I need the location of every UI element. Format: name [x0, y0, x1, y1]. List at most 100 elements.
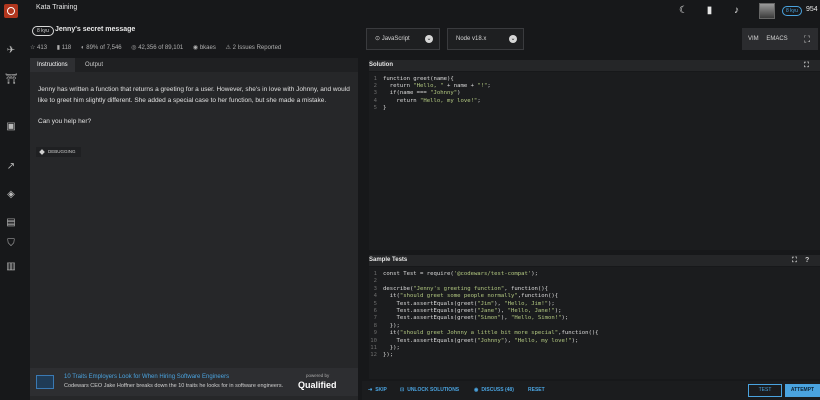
code-icon: ⊙ — [375, 36, 382, 42]
discussions-icon[interactable]: ◈ — [5, 190, 17, 200]
tag-debugging[interactable]: DEBUGGING — [36, 147, 81, 157]
code-text: if(name === "Johnny") — [383, 90, 461, 97]
line-number: 4 — [373, 97, 377, 104]
reset-button[interactable]: RESET — [528, 387, 545, 393]
code-line[interactable]: 2 return "Hello, " + name + "!"; — [369, 83, 820, 90]
instructions-tabs: Instructions Output — [30, 58, 358, 72]
kata-title[interactable]: Jenny's secret message — [55, 26, 135, 33]
line-number: 4 — [373, 293, 377, 300]
qualified-logo: Qualified — [298, 380, 337, 390]
code-text: const Test = require('@codewars/test-com… — [383, 271, 538, 277]
theme-moon-icon[interactable]: ☾ — [678, 5, 689, 16]
action-bar: ⇥ SKIP ⊡ UNLOCK SOLUTIONS ◉ DISCUSS (48) RE… — [362, 381, 820, 400]
positive-feedback-stat: ◐ 89% of 7,546 — [80, 45, 122, 51]
code-text: it("should greet some people normally",f… — [383, 293, 559, 300]
kata-description: Jenny has written a function that return… — [38, 84, 354, 137]
code-line[interactable]: 6 Test.assertEquals(greet("Jane"), "Hell… — [369, 308, 820, 315]
issues-link[interactable]: ⚠ 2 Issues Reported — [226, 45, 282, 51]
top-bar: Kata Training ☾ ▮ ♪ 8 kyu 954 — [22, 0, 820, 22]
skip-icon: ⇥ — [368, 387, 373, 393]
code-line[interactable]: 5} — [369, 105, 820, 112]
bookmarks-stat: ▮ 118 — [56, 45, 72, 51]
discuss-button[interactable]: ◉ DISCUSS (48) — [474, 387, 514, 393]
skip-button[interactable]: ⇥ SKIP — [368, 387, 387, 393]
app-title: Kata Training — [36, 4, 78, 11]
codewars-logo-icon[interactable] — [4, 4, 18, 18]
dojo-icon[interactable]: ⛩ — [5, 75, 18, 85]
shield-icon[interactable]: ⛉ — [5, 239, 17, 249]
sample-tests-header: Sample Tests ⛶ ? — [369, 255, 820, 266]
attempt-button[interactable]: ATTEMPT — [785, 384, 820, 397]
author-link[interactable]: ◉ bkaes — [193, 45, 216, 51]
line-number: 2 — [373, 278, 377, 285]
expand-icon[interactable]: ⛶ — [804, 60, 809, 71]
emacs-mode-button[interactable]: EMACS — [766, 36, 787, 42]
discuss-icon: ◉ — [474, 387, 479, 393]
language-select[interactable]: ⊙ JavaScript ⌄ — [366, 28, 440, 50]
sponsor-ad[interactable]: 10 Traits Employers Look for When Hiring… — [30, 368, 358, 396]
code-line[interactable]: 1 const Test = require('@codewars/test-co… — [369, 271, 820, 278]
code-line[interactable]: 4 return "Hello, my love!"; — [369, 98, 820, 105]
discuss-label: DISCUSS (48) — [481, 387, 514, 393]
description-paragraph: Can you help her? — [38, 118, 92, 125]
code-line[interactable]: 10 Test.assertEquals(greet("Johnny"), "H… — [369, 338, 820, 345]
code-text: describe("Jenny's greeting function", fu… — [383, 285, 549, 292]
unlock-label: UNLOCK SOLUTIONS — [407, 387, 460, 393]
code-line[interactable]: 12}); — [369, 352, 820, 359]
code-line[interactable]: 4 it("should greet some people normally"… — [369, 293, 820, 300]
kyu-badge: 8 kyu — [32, 26, 54, 36]
satisfaction-stat: ☆ 413 — [30, 45, 48, 51]
code-line[interactable]: 8 }); — [369, 323, 820, 330]
ad-thumbnail-icon — [36, 375, 54, 389]
left-sidebar: ✈ ⛩ ▣ ↗ ◈ ▤ ⛉ ▥ — [0, 0, 22, 400]
leaderboards-icon[interactable]: ↗ — [5, 162, 17, 172]
code-line[interactable]: 3 describe("Jenny's greeting function", f… — [369, 286, 820, 293]
user-avatar[interactable] — [759, 3, 775, 19]
code-text: return "Hello, " + name + "!"; — [383, 83, 491, 90]
chevron-down-icon: ⌄ — [509, 35, 517, 43]
fullscreen-icon[interactable]: ⛶ — [796, 28, 818, 50]
description-paragraph: Jenny has written a function that return… — [38, 86, 350, 104]
line-number: 3 — [373, 285, 377, 292]
code-text: Test.assertEquals(greet("Johnny"), "Hell… — [383, 337, 579, 344]
tab-output[interactable]: Output — [78, 58, 110, 72]
docs-book-icon[interactable]: ▥ — [5, 262, 17, 272]
code-line[interactable]: 7 Test.assertEquals(greet("Simon"), "Hel… — [369, 315, 820, 322]
sample-tests-editor[interactable]: 1 const Test = require('@codewars/test-co… — [369, 267, 820, 379]
unlock-solutions-button[interactable]: ⊡ UNLOCK SOLUTIONS — [400, 387, 459, 393]
ad-title[interactable]: 10 Traits Employers Look for When Hiring… — [64, 374, 229, 380]
code-text: function greet(name){ — [383, 76, 454, 82]
code-line[interactable]: 9 it("should greet Johnny a little bit m… — [369, 330, 820, 337]
runtime-select[interactable]: Node v18.x ⌄ — [447, 28, 524, 50]
help-icon[interactable]: ? — [805, 255, 809, 266]
code-line[interactable]: 5 Test.assertEquals(greet("Jim"), "Hello… — [369, 301, 820, 308]
tab-instructions[interactable]: Instructions — [30, 58, 75, 72]
chat-icon[interactable]: ▤ — [5, 218, 17, 228]
line-number: 12 — [370, 352, 377, 359]
line-number: 3 — [373, 90, 377, 97]
code-line[interactable]: 3 if(name === "Johnny") — [369, 90, 820, 97]
expand-icon[interactable]: ⛶ — [792, 255, 797, 266]
sample-tests-title: Sample Tests — [369, 257, 408, 263]
kata-stats: ☆ 413 ▮ 118 ◐ 89% of 7,546 ◎ 42,356 of 8… — [30, 44, 289, 51]
kata-library-icon[interactable]: ▣ — [5, 122, 17, 132]
code-text: Test.assertEquals(greet("Jane"), "Hello,… — [383, 308, 562, 314]
honor-count: 954 — [806, 6, 818, 13]
language-value: JavaScript — [381, 36, 410, 42]
line-number: 5 — [373, 300, 377, 307]
line-number: 7 — [373, 315, 377, 322]
code-text: Test.assertEquals(greet("Jim"), "Hello, … — [383, 300, 555, 307]
bookmark-icon[interactable]: ▮ — [704, 5, 715, 16]
code-line[interactable]: 11 }); — [369, 345, 820, 352]
powered-by-label: powered by — [306, 373, 330, 378]
code-text: it("should greet Johnny a little bit mor… — [383, 330, 599, 337]
solution-editor[interactable]: 1 function greet(name){2 return "Hello, "… — [369, 72, 820, 250]
code-line[interactable]: 2 — [369, 278, 820, 285]
test-button[interactable]: TEST — [748, 384, 782, 397]
notifications-bell-icon[interactable]: ♪ — [731, 5, 742, 16]
practice-icon[interactable]: ✈ — [5, 46, 17, 56]
code-line[interactable]: 1 function greet(name){ — [369, 76, 820, 83]
chevron-down-icon: ⌄ — [425, 35, 433, 43]
line-number: 1 — [373, 271, 377, 277]
vim-mode-button[interactable]: VIM — [748, 36, 759, 42]
